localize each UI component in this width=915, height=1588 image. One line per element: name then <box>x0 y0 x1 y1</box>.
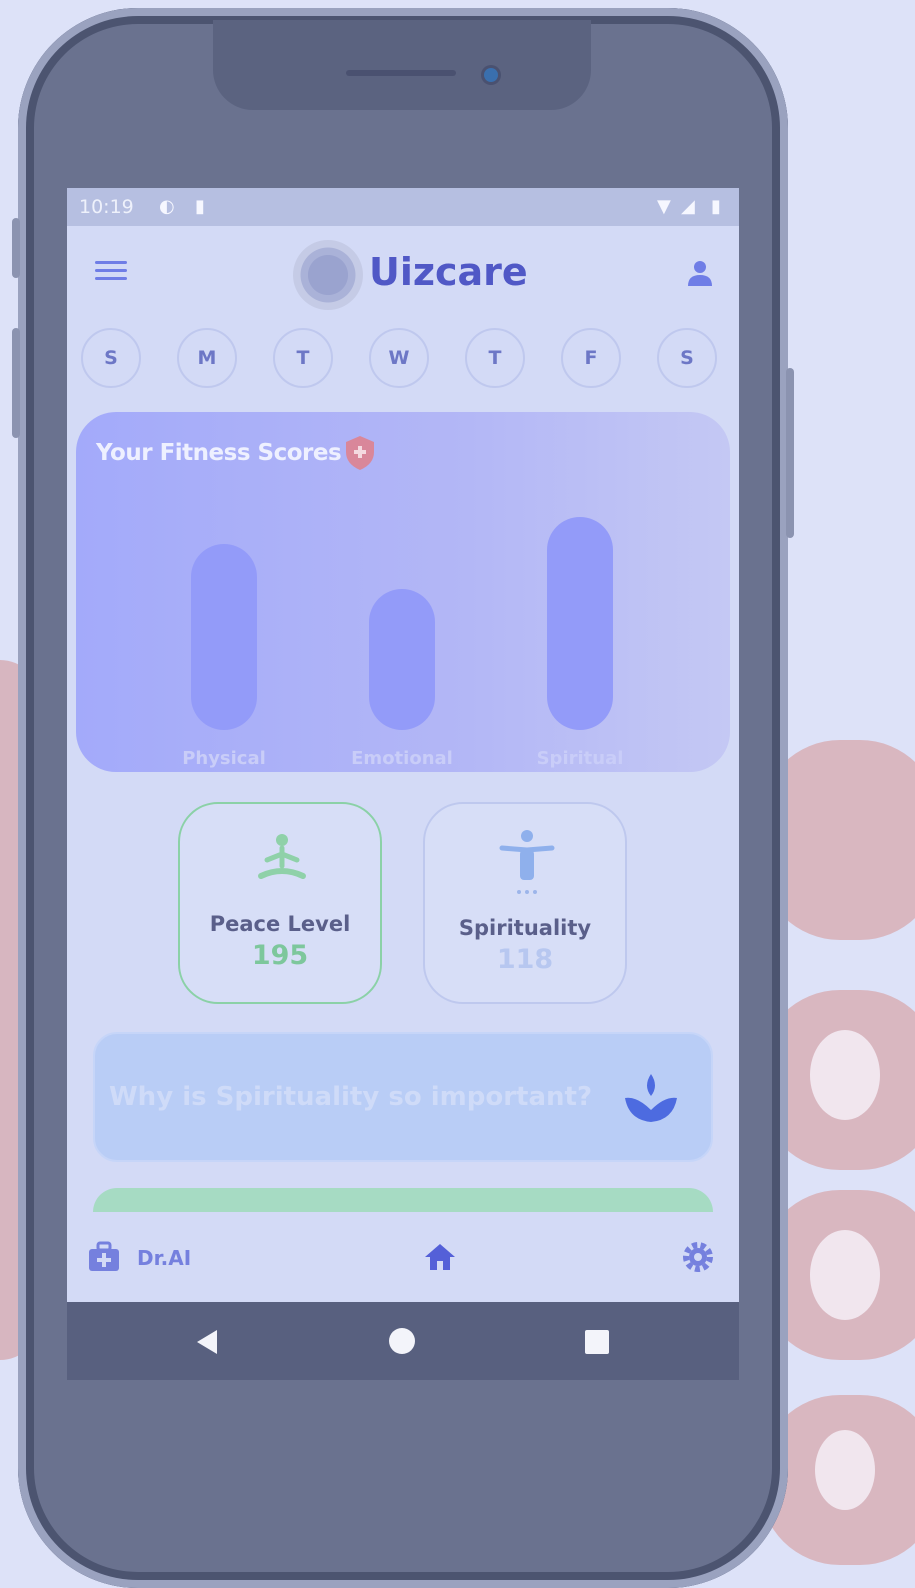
day-friday[interactable]: F <box>561 328 621 388</box>
fitness-scores-card[interactable]: Your Fitness Scores Physical Emotional Spi… <box>76 412 730 772</box>
system-navigation-bar <box>67 1302 739 1380</box>
uizcare-logo-icon <box>293 240 363 310</box>
info-card-text: Why is Spirituality so important? <box>109 1082 593 1112</box>
shield-icon <box>346 436 374 470</box>
bottom-navigation: Dr.AI <box>67 1212 739 1302</box>
spirituality-label: Spirituality <box>458 916 592 940</box>
wifi-icon: ▼ <box>657 196 671 217</box>
peace-level-card[interactable]: Peace Level 195 <box>178 802 382 1004</box>
spirituality-card[interactable]: Spirituality 118 <box>423 802 627 1004</box>
person-arms-open-icon <box>499 830 555 894</box>
bar-physical <box>191 544 257 730</box>
bar-label-physical: Physical <box>182 748 266 769</box>
volume-button <box>12 218 20 278</box>
day-tuesday[interactable]: T <box>273 328 333 388</box>
app-header: Uizcare <box>67 226 739 316</box>
fingernail-2 <box>810 1030 880 1120</box>
bar-label-spiritual: Spiritual <box>536 748 624 769</box>
peace-level-label: Peace Level <box>209 912 351 936</box>
peace-level-value: 195 <box>251 940 309 971</box>
day-monday[interactable]: M <box>177 328 237 388</box>
status-time: 10:19 <box>79 196 134 218</box>
home-icon[interactable] <box>423 1240 457 1274</box>
bar-spiritual <box>547 517 613 730</box>
bar-emotional <box>369 589 435 730</box>
status-bar: 10:19 ◐ ▮ ▼ ◢ ▮ <box>67 188 739 226</box>
volume-button-2 <box>12 328 20 438</box>
app-title: Uizcare <box>369 250 528 294</box>
day-thursday[interactable]: T <box>465 328 525 388</box>
back-icon[interactable] <box>193 1328 221 1356</box>
hamburger-menu-icon[interactable] <box>95 261 127 281</box>
app-notification-icon: ◐ <box>159 196 175 217</box>
spirituality-value: 118 <box>496 944 554 975</box>
medical-kit-icon[interactable] <box>87 1240 121 1274</box>
fingernail-4 <box>815 1430 875 1510</box>
spirituality-info-card[interactable]: Why is Spirituality so important? <box>93 1032 713 1162</box>
day-saturday[interactable]: S <box>657 328 717 388</box>
fitness-card-title: Your Fitness Scores <box>96 440 342 466</box>
signal-icon: ◢ <box>681 196 695 217</box>
front-camera <box>484 68 498 82</box>
week-day-selector: S M T W T F S <box>81 328 726 394</box>
phone-notch <box>213 20 591 110</box>
dr-ai-label[interactable]: Dr.AI <box>137 1246 191 1270</box>
phone-speaker <box>346 70 456 76</box>
day-wednesday[interactable]: W <box>369 328 429 388</box>
recent-apps-icon[interactable] <box>585 1330 609 1354</box>
bar-label-emotional: Emotional <box>351 748 453 769</box>
fingernail-3 <box>810 1230 880 1320</box>
home-circle-icon[interactable] <box>389 1328 415 1354</box>
power-button <box>786 368 794 538</box>
battery-icon: ▮ <box>711 196 721 217</box>
clipboard-icon: ▮ <box>195 196 205 217</box>
profile-icon[interactable] <box>685 258 715 288</box>
phone-screen: 10:19 ◐ ▮ ▼ ◢ ▮ Uizcare S M T W T F S Yo… <box>67 188 739 1380</box>
lotus-icon <box>625 1074 677 1122</box>
meditation-icon <box>258 834 306 879</box>
settings-gear-icon[interactable] <box>679 1238 717 1276</box>
day-sunday[interactable]: S <box>81 328 141 388</box>
